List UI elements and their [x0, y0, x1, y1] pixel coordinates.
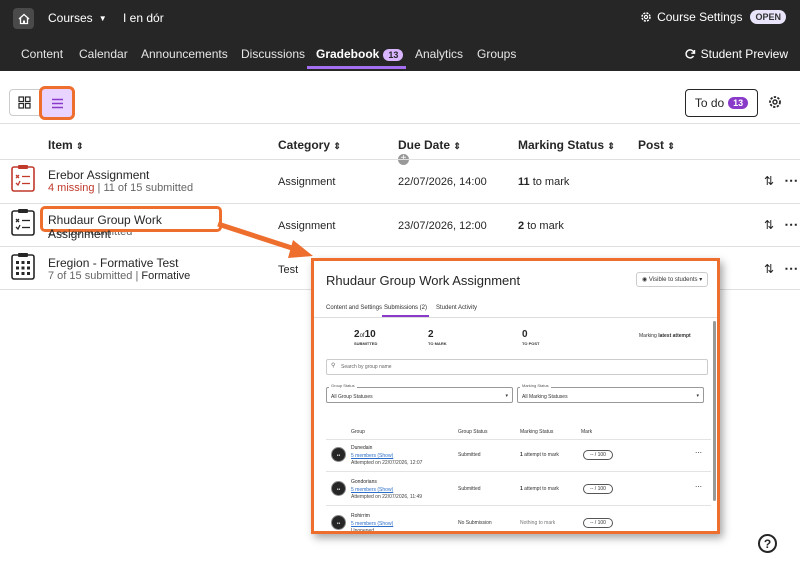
group-marking-count: 1 — [520, 486, 523, 492]
help-button[interactable]: ? — [758, 534, 777, 553]
search-icon: ⚲ — [331, 363, 336, 369]
marking-mode[interactable]: Marking latest attempt — [639, 333, 691, 339]
tab-divider — [314, 317, 717, 318]
tab-content-settings[interactable]: Content and Settings — [326, 305, 382, 311]
group-status: Submitted — [458, 452, 481, 458]
caret-down-icon: ▾ — [699, 277, 703, 283]
marking-status-label: Marking Status — [520, 383, 551, 388]
group-search-input[interactable]: Search by group name — [326, 359, 708, 375]
tab-student-activity[interactable]: Student Activity — [436, 305, 477, 311]
group-avatar: ●● — [331, 515, 346, 530]
group-members-link[interactable]: 5 members (Show) — [351, 487, 393, 493]
to-mark-stat: 2 — [428, 329, 434, 340]
group-marking-count: 1 — [520, 452, 523, 458]
group-status-value: All Group Statuses — [331, 394, 373, 400]
marking-status-value: All Marking Statuses — [522, 394, 568, 400]
more-options-icon[interactable]: ⋯ — [695, 483, 702, 491]
group-name: Dunedain — [351, 445, 373, 451]
group-attempt: Attempted on 22/07/2026, 12:07 — [351, 460, 423, 466]
marking-value: latest attempt — [658, 333, 691, 339]
to-post-label: TO POST — [522, 341, 540, 346]
visibility-dropdown[interactable]: ◉ Visible to students ▾ — [636, 272, 709, 287]
row-divider — [326, 505, 711, 506]
row-divider — [326, 471, 711, 472]
group-status: No Submission — [458, 520, 492, 526]
group-avatar: ●● — [331, 447, 346, 462]
group-status-label: Group Status — [329, 383, 357, 388]
group-marking-status: Nothing to mark — [520, 520, 556, 526]
mark-input[interactable]: -- / 100 — [583, 518, 613, 528]
row-divider — [326, 439, 711, 440]
more-options-icon[interactable]: ⋯ — [695, 449, 702, 457]
marking-prefix: Marking — [639, 333, 657, 339]
scrollbar[interactable] — [713, 321, 716, 501]
to-post-stat: 0 — [522, 329, 528, 340]
mark-input[interactable]: -- / 100 — [583, 484, 613, 494]
mark-input[interactable]: -- / 100 — [583, 450, 613, 460]
submitted-label: SUBMITTED — [354, 341, 378, 346]
col-marking-status: Marking Status — [520, 429, 554, 435]
submitted-total: 10 — [364, 329, 376, 340]
group-marking-status[interactable]: 1 attempt to mark — [520, 452, 559, 458]
visibility-label: Visible to students — [648, 277, 698, 283]
submissions-callout: Rhudaur Group Work Assignment ◉ Visible … — [311, 258, 720, 534]
group-avatar: ●● — [331, 481, 346, 496]
caret-down-icon: ▾ — [505, 393, 508, 399]
caret-down-icon: ▾ — [696, 393, 699, 399]
col-mark: Mark — [581, 429, 593, 435]
group-attempt: Attempted on 22/07/2026, 11:49 — [351, 494, 423, 500]
callout-title: Rhudaur Group Work Assignment — [326, 273, 521, 288]
group-status-select[interactable]: All Group Statuses ▾ — [326, 387, 513, 403]
group-marking-label: attempt to mark — [524, 452, 559, 458]
to-mark-label: TO MARK — [428, 341, 447, 346]
question-mark-icon: ? — [763, 536, 772, 551]
group-marking-status[interactable]: 1 attempt to mark — [520, 486, 559, 492]
group-name: Rohirrim — [351, 513, 370, 519]
group-members-link[interactable]: 5 members (Show) — [351, 453, 393, 459]
submitted-stat: 2of10 — [354, 329, 376, 340]
marking-status-select[interactable]: All Marking Statuses ▾ — [517, 387, 704, 403]
eye-icon: ◉ — [642, 277, 648, 283]
group-name: Gondorians — [351, 479, 377, 485]
col-group: Group — [351, 429, 365, 435]
group-marking-label: attempt to mark — [524, 486, 559, 492]
tab-submissions[interactable]: Submissions (2) — [384, 305, 427, 311]
group-attempt: Unopened — [351, 528, 375, 534]
group-members-link[interactable]: 5 members (Show) — [351, 521, 393, 527]
col-group-status: Group Status — [458, 429, 488, 435]
group-status: Submitted — [458, 486, 481, 492]
